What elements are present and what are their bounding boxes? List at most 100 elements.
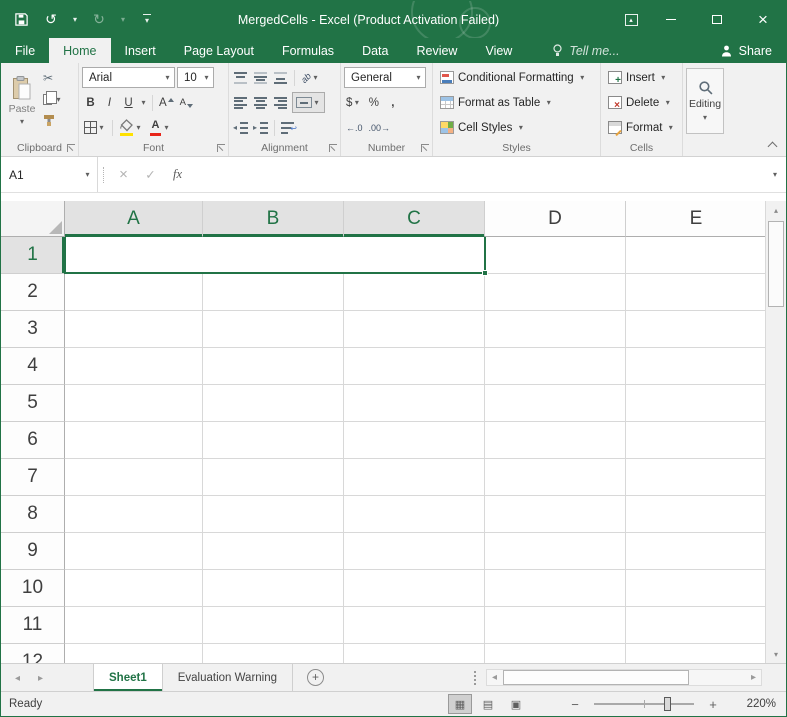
column-header-d[interactable]: D bbox=[485, 201, 626, 237]
row-header[interactable]: 7 bbox=[1, 459, 65, 496]
cell[interactable] bbox=[203, 607, 344, 644]
cell[interactable] bbox=[626, 385, 767, 422]
undo-button[interactable] bbox=[41, 8, 61, 32]
bottom-align-button[interactable] bbox=[272, 68, 290, 87]
cell[interactable] bbox=[203, 533, 344, 570]
font-name-select[interactable]: Arial bbox=[82, 67, 175, 88]
cell[interactable] bbox=[203, 274, 344, 311]
column-header-e[interactable]: E bbox=[626, 201, 767, 237]
column-header-b[interactable]: B bbox=[203, 201, 344, 237]
align-center-button[interactable] bbox=[252, 93, 270, 112]
align-left-button[interactable] bbox=[232, 93, 250, 112]
cell[interactable] bbox=[485, 459, 626, 496]
share-button[interactable]: Share bbox=[720, 38, 772, 63]
row-header[interactable]: 12 bbox=[1, 644, 65, 663]
insert-function-button[interactable]: fx bbox=[164, 157, 191, 192]
decrease-indent-button[interactable] bbox=[232, 118, 250, 137]
scroll-down-button[interactable] bbox=[766, 645, 786, 663]
wrap-text-button[interactable] bbox=[279, 118, 297, 137]
row-header[interactable]: 6 bbox=[1, 422, 65, 459]
cell[interactable] bbox=[485, 644, 626, 663]
underline-dropdown-icon[interactable] bbox=[139, 98, 148, 107]
decrease-font-size-button[interactable]: A bbox=[178, 93, 195, 112]
cell[interactable] bbox=[485, 348, 626, 385]
cell[interactable] bbox=[203, 644, 344, 663]
cell[interactable] bbox=[65, 570, 203, 607]
format-cells-button[interactable]: Format bbox=[604, 116, 679, 139]
cell[interactable] bbox=[485, 607, 626, 644]
cell[interactable] bbox=[203, 459, 344, 496]
cell-styles-button[interactable]: Cell Styles bbox=[436, 116, 597, 139]
sheet-tab-sheet1[interactable]: Sheet1 bbox=[93, 664, 163, 691]
row-header[interactable]: 9 bbox=[1, 533, 65, 570]
tab-home[interactable]: Home bbox=[49, 38, 110, 63]
tab-split-handle[interactable] bbox=[474, 671, 480, 685]
cell[interactable] bbox=[65, 459, 203, 496]
cell[interactable] bbox=[626, 237, 767, 274]
cell[interactable] bbox=[626, 274, 767, 311]
cell[interactable] bbox=[344, 570, 485, 607]
row-header[interactable]: 4 bbox=[1, 348, 65, 385]
cell[interactable] bbox=[344, 496, 485, 533]
tab-data[interactable]: Data bbox=[348, 38, 402, 63]
percent-style-button[interactable]: % bbox=[365, 93, 382, 112]
page-break-view-button[interactable] bbox=[504, 694, 528, 714]
scroll-left-button[interactable] bbox=[487, 670, 502, 685]
paste-button[interactable]: Paste bbox=[4, 66, 40, 136]
maximize-button[interactable] bbox=[694, 1, 740, 38]
enter-button[interactable] bbox=[137, 157, 164, 192]
cell[interactable] bbox=[485, 570, 626, 607]
conditional-formatting-button[interactable]: Conditional Formatting bbox=[436, 66, 597, 89]
save-button[interactable] bbox=[11, 8, 31, 32]
scroll-up-button[interactable] bbox=[766, 201, 786, 219]
zoom-out-button[interactable] bbox=[566, 695, 584, 713]
cell[interactable] bbox=[65, 607, 203, 644]
cell[interactable] bbox=[344, 385, 485, 422]
new-sheet-button[interactable] bbox=[307, 669, 324, 686]
cell[interactable] bbox=[203, 570, 344, 607]
cell[interactable] bbox=[344, 348, 485, 385]
delete-cells-button[interactable]: Delete bbox=[604, 91, 679, 114]
cell[interactable] bbox=[626, 348, 767, 385]
cell[interactable] bbox=[626, 311, 767, 348]
cell[interactable] bbox=[485, 311, 626, 348]
row-header[interactable]: 10 bbox=[1, 570, 65, 607]
minimize-button[interactable] bbox=[648, 1, 694, 38]
formula-input[interactable] bbox=[191, 157, 764, 192]
row-header[interactable]: 2 bbox=[1, 274, 65, 311]
cell[interactable] bbox=[344, 459, 485, 496]
underline-button[interactable]: U bbox=[120, 93, 137, 112]
alignment-dialog-launcher[interactable] bbox=[329, 144, 337, 152]
column-header-c[interactable]: C bbox=[344, 201, 485, 237]
cell[interactable] bbox=[203, 311, 344, 348]
row-header[interactable]: 1 bbox=[1, 237, 65, 274]
tab-insert[interactable]: Insert bbox=[111, 38, 170, 63]
tab-formulas[interactable]: Formulas bbox=[268, 38, 348, 63]
bold-button[interactable]: B bbox=[82, 93, 99, 112]
cell[interactable] bbox=[485, 533, 626, 570]
normal-view-button[interactable] bbox=[448, 694, 472, 714]
fill-handle[interactable] bbox=[482, 270, 488, 276]
cell[interactable] bbox=[344, 311, 485, 348]
copy-button[interactable] bbox=[43, 90, 65, 108]
cell[interactable] bbox=[203, 385, 344, 422]
orientation-button[interactable]: ab bbox=[299, 68, 322, 87]
row-header[interactable]: 8 bbox=[1, 496, 65, 533]
sheet-tab-evaluation-warning[interactable]: Evaluation Warning bbox=[163, 664, 293, 691]
redo-button[interactable] bbox=[89, 8, 109, 32]
cell[interactable] bbox=[626, 607, 767, 644]
number-format-select[interactable]: General bbox=[344, 67, 426, 88]
fill-color-button[interactable] bbox=[117, 118, 145, 137]
borders-button[interactable] bbox=[82, 118, 108, 137]
accounting-format-button[interactable]: $ bbox=[344, 93, 363, 112]
zoom-slider[interactable] bbox=[594, 703, 694, 705]
close-button[interactable] bbox=[740, 1, 786, 38]
column-header-a[interactable]: A bbox=[65, 201, 203, 237]
cell[interactable] bbox=[65, 533, 203, 570]
collapse-ribbon-button[interactable] bbox=[768, 141, 776, 149]
cell[interactable] bbox=[485, 496, 626, 533]
cell[interactable] bbox=[65, 311, 203, 348]
comma-style-button[interactable]: , bbox=[384, 93, 401, 112]
cell[interactable] bbox=[485, 385, 626, 422]
cell[interactable] bbox=[65, 385, 203, 422]
